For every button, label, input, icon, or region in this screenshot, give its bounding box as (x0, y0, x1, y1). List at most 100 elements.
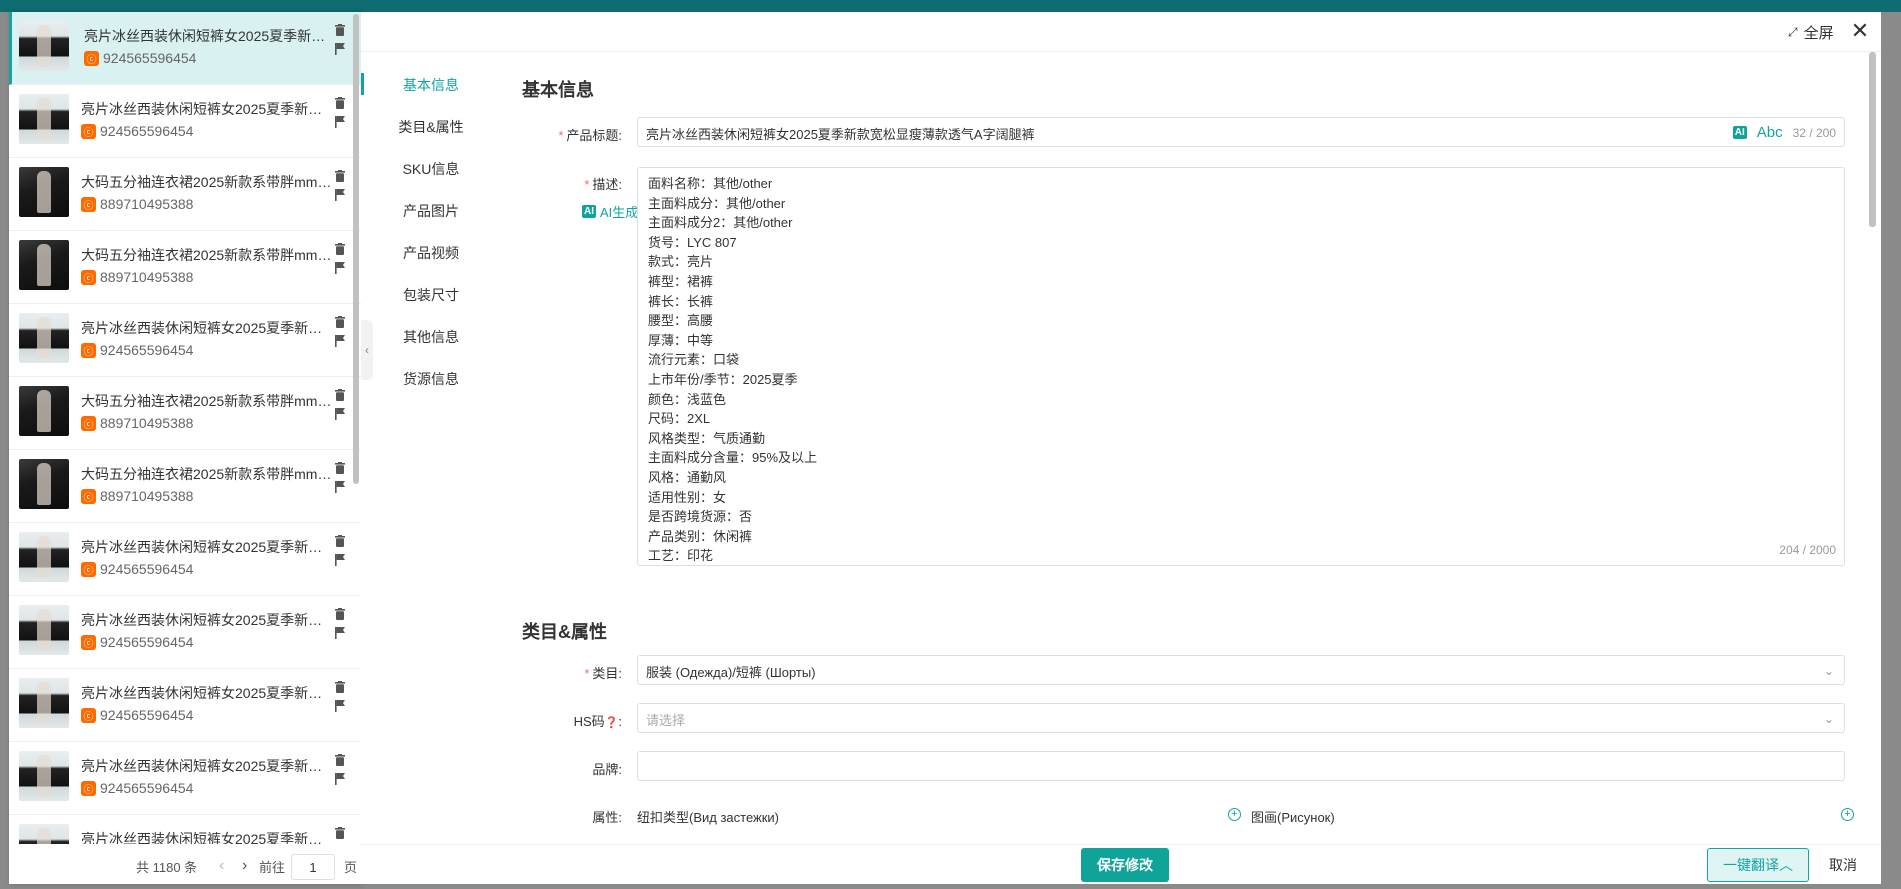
dialog-footer: 保存修改 一键翻译︿ 取消 (361, 844, 1881, 884)
trash-icon[interactable] (335, 243, 345, 255)
description-line: 适用性别：女 (648, 489, 727, 505)
next-page-icon[interactable]: › (242, 857, 247, 875)
flag-icon[interactable] (335, 262, 345, 274)
trash-icon[interactable] (335, 681, 345, 693)
nav-item[interactable]: 基本信息 (361, 75, 501, 95)
description-line: 货号：LYC 807 (648, 234, 737, 250)
flag-icon[interactable] (335, 773, 345, 785)
source-icon: ⓒ (81, 780, 96, 796)
product-list-item[interactable]: 亮片冰丝西装休闲短裤女2025夏季新款宽松显瘦薄款透气A字阔腿裤ⓒ9245655… (9, 596, 361, 669)
trash-icon[interactable] (335, 316, 345, 328)
trash-icon[interactable] (335, 608, 345, 620)
nav-item[interactable]: 产品图片 (361, 201, 501, 221)
product-list-item[interactable]: 大码五分袖连衣裙2025新款系带胖mm显瘦 ⓒ 889710495388 (9, 158, 361, 231)
ai-generate-button[interactable]: AI AI生成 (582, 202, 638, 221)
trash-icon[interactable] (335, 24, 345, 36)
flag-icon[interactable] (335, 700, 345, 712)
nav-item[interactable]: 货源信息 (361, 369, 501, 389)
fullscreen-label: 全屏 (1803, 25, 1834, 42)
source-icon: ⓒ (81, 415, 96, 431)
product-title-input[interactable]: 亮片冰丝西装休闲短裤女2025夏季新款宽松显瘦薄款透气A字阔腿裤 AI Abc … (637, 117, 1845, 147)
trash-icon[interactable] (335, 827, 345, 839)
product-list-item[interactable]: 亮片冰丝西装休闲短裤女2025夏季新款宽松显瘦薄款透气A字阔腿裤ⓒ9245655… (9, 523, 361, 596)
product-item-title: 大码五分袖连衣裙2025新款系带胖mm显瘦 (81, 247, 333, 263)
trash-icon[interactable] (335, 389, 345, 401)
section-nav: 基本信息类目&属性 SKU信息产品图片产品视频包装尺寸其他信息货源信息 (361, 52, 501, 844)
product-list-panel: 亮片冰丝西装休闲短裤女2025夏季新款宽松显瘦薄款透气A字阔腿裤 ⓒ9245655… (9, 12, 361, 884)
page-number-input[interactable] (291, 854, 335, 880)
nav-item[interactable]: SKU信息 (361, 159, 501, 179)
product-list-item[interactable]: 亮片冰丝西装休闲短裤女2025夏季新款宽松显瘦薄款透气A字阔腿裤ⓒ9245655… (9, 815, 361, 844)
product-thumbnail (19, 751, 69, 801)
cancel-button[interactable]: 取消 (1817, 848, 1869, 882)
nav-item[interactable]: 类目&属性 (361, 117, 501, 137)
product-list-item[interactable]: 大码五分袖连衣裙2025新款系带胖mm显瘦 ⓒ 889710495388 (9, 377, 361, 450)
brand-input[interactable] (637, 751, 1845, 781)
flag-icon[interactable] (335, 116, 345, 128)
description-label: * 描述: (584, 177, 622, 192)
product-item-title: 亮片冰丝西装休闲短裤女2025夏季新款宽松显瘦薄款透气A字阔腿裤 (81, 101, 333, 117)
product-thumbnail (19, 167, 69, 217)
product-list-item[interactable]: 亮片冰丝西装休闲短裤女2025夏季新款宽松显瘦薄款透气A字阔腿裤ⓒ9245655… (9, 742, 361, 815)
pagination: 共 1180 条 ‹ › 前往 页 (9, 848, 361, 884)
attribute-clasp-type-label: 纽扣类型(Вид застежки) (637, 810, 780, 825)
trash-icon[interactable] (335, 754, 345, 766)
category-label: * 类目: (584, 666, 622, 681)
add-circle-icon[interactable]: + (1228, 808, 1241, 821)
attribute-pattern-label: 图画(Рисунок) (1251, 810, 1335, 825)
product-list-item[interactable]: 亮片冰丝西装休闲短裤女2025夏季新款宽松显瘦薄款透气A字阔腿裤 ⓒ9245655… (9, 12, 361, 85)
source-icon: ⓒ (81, 488, 96, 504)
chevron-down-icon: ⌄ (1823, 664, 1834, 678)
product-item-title: 亮片冰丝西装休闲短裤女2025夏季新款宽松显瘦薄款透气A字阔腿裤 (81, 539, 333, 555)
flag-icon[interactable] (335, 189, 345, 201)
description-char-count: 204 / 2000 (1779, 543, 1836, 558)
form-scrollbar[interactable] (1869, 52, 1876, 227)
hs-code-select[interactable]: 请选择 ⌄ (637, 703, 1845, 733)
list-scrollbar[interactable] (353, 14, 359, 484)
abc-button[interactable]: Abc (1757, 124, 1783, 141)
product-item-title: 亮片冰丝西装休闲短裤女2025夏季新款宽松显瘦薄款透气A字阔腿裤 (81, 320, 333, 336)
trash-icon[interactable] (335, 170, 345, 182)
edit-product-dialog: ⤢ 全屏 ✕ 基本信息类目&属性 SKU信息产品图片产品视频包装尺寸其他信息货源信… (361, 12, 1881, 884)
flag-icon[interactable] (335, 335, 345, 347)
product-thumbnail (19, 605, 69, 655)
product-item-id: ⓒ 924565596454 (81, 780, 193, 796)
product-list-item[interactable]: 亮片冰丝西装休闲短裤女2025夏季新款宽松显瘦薄款透气A字阔腿裤ⓒ9245655… (9, 669, 361, 742)
product-thumbnail (19, 532, 69, 582)
hs-code-label: HS码❓: (573, 714, 622, 729)
flag-icon[interactable] (335, 43, 345, 55)
fullscreen-button[interactable]: ⤢ 全屏 (1788, 22, 1834, 43)
help-icon[interactable]: ❓ (605, 717, 619, 729)
flag-icon[interactable] (335, 481, 345, 493)
product-item-title: 亮片冰丝西装休闲短裤女2025夏季新款宽松显瘦薄款透气A字阔腿裤 (84, 28, 336, 44)
trash-icon[interactable] (335, 535, 345, 547)
attributes-label: 属性: (592, 810, 622, 825)
product-item-id: ⓒ 924565596454 (84, 50, 196, 66)
product-list-item[interactable]: 大码五分袖连衣裙2025新款系带胖mm显瘦 ⓒ 889710495388 (9, 231, 361, 304)
product-list-item[interactable]: 亮片冰丝西装休闲短裤女2025夏季新款宽松显瘦薄款透气A字阔腿裤ⓒ9245655… (9, 85, 361, 158)
flag-icon[interactable] (335, 554, 345, 566)
nav-item[interactable]: 包装尺寸 (361, 285, 501, 305)
product-item-id: ⓒ 889710495388 (81, 415, 193, 431)
product-list-item[interactable]: 亮片冰丝西装休闲短裤女2025夏季新款宽松显瘦薄款透气A字阔腿裤ⓒ9245655… (9, 304, 361, 377)
description-textarea[interactable]: 面料名称：其他/other 主面料成分：其他/other 主面料成分2：其他/oth… (637, 167, 1845, 566)
close-icon[interactable]: ✕ (1846, 17, 1874, 45)
category-select[interactable]: 服装 (Одежда)/短裤 (Шорты) ⌄ (637, 655, 1845, 685)
product-thumbnail (19, 21, 69, 71)
flag-icon[interactable] (335, 408, 345, 420)
flag-icon[interactable] (335, 627, 345, 639)
product-list-item[interactable]: 大码五分袖连衣裙2025新款系带胖mm显瘦 ⓒ 889710495388 (9, 450, 361, 523)
trash-icon[interactable] (335, 97, 345, 109)
nav-item[interactable]: 产品视频 (361, 243, 501, 263)
one-click-translate-button[interactable]: 一键翻译︿ (1707, 848, 1809, 882)
product-item-title: 亮片冰丝西装休闲短裤女2025夏季新款宽松显瘦薄款透气A字阔腿裤 (81, 612, 333, 628)
collapse-list-tab[interactable]: ‹ (361, 320, 373, 380)
product-thumbnail (19, 386, 69, 436)
save-changes-button[interactable]: 保存修改 (1081, 848, 1169, 882)
nav-item[interactable]: 其他信息 (361, 327, 501, 347)
add-circle-icon[interactable]: + (1841, 808, 1854, 821)
ai-icon[interactable]: AI (1732, 126, 1747, 139)
description-line: 风格类型：气质通勤 (648, 430, 766, 446)
prev-page-icon[interactable]: ‹ (219, 857, 224, 875)
trash-icon[interactable] (335, 462, 345, 474)
